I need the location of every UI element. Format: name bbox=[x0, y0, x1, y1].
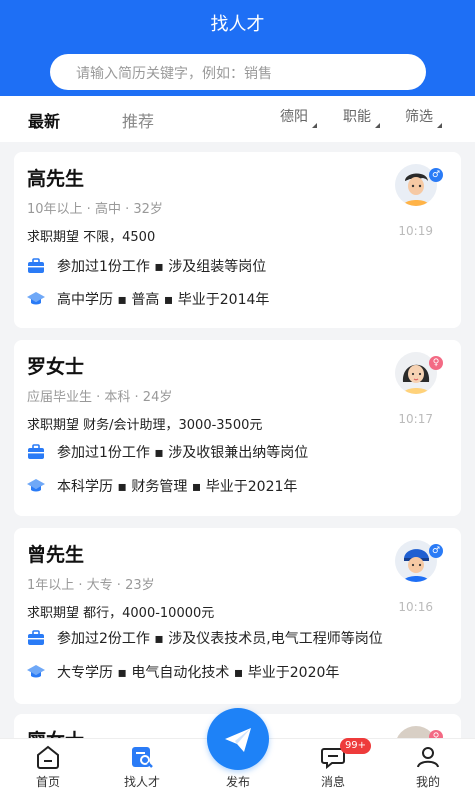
app-header: 找人才 请输入简历关键字，例如：销售 bbox=[0, 0, 475, 96]
education: 高中学历 ▪ 普高 ▪ 毕业于2014年 bbox=[27, 289, 269, 309]
nav-home[interactable]: 首页 bbox=[8, 739, 88, 795]
nav-messages-label: 消息 bbox=[320, 775, 345, 789]
update-time: 10:16 bbox=[398, 600, 433, 614]
work-text: 参加过1份工作 ▪ 涉及组装等岗位 bbox=[57, 259, 267, 275]
update-time: 10:19 bbox=[398, 224, 433, 238]
tab-latest[interactable]: 最新 bbox=[28, 108, 60, 132]
caret-icon bbox=[312, 123, 317, 128]
nav-mine-label: 我的 bbox=[415, 775, 440, 789]
graduation-cap-icon bbox=[27, 665, 45, 678]
candidate-meta: 1年以上 · 大专 · 23岁 bbox=[27, 578, 155, 593]
job-expectation: 求职期望 都行，4000-10000元 bbox=[27, 606, 215, 621]
work-experience: 参加过1份工作 ▪ 涉及组装等岗位 bbox=[27, 256, 266, 276]
education-text: 大专学历 ▪ 电气自动化技术 ▪ 毕业于2020年 bbox=[57, 665, 340, 681]
unread-badge: 99+ bbox=[340, 738, 371, 754]
publish-button[interactable] bbox=[207, 708, 269, 770]
briefcase-icon bbox=[28, 444, 44, 459]
user-icon bbox=[417, 747, 439, 768]
graduation-cap-icon bbox=[27, 479, 45, 492]
nav-find-talent[interactable]: 找人才 bbox=[102, 739, 182, 795]
nav-home-label: 首页 bbox=[35, 775, 60, 789]
function-filter[interactable]: 职能 bbox=[343, 106, 380, 128]
city-filter-label: 德阳 bbox=[280, 109, 308, 125]
work-experience: 参加过1份工作 ▪ 涉及收银兼出纳等岗位 bbox=[27, 442, 308, 462]
search-input[interactable]: 请输入简历关键字，例如：销售 bbox=[50, 54, 426, 90]
screen-filter-label: 筛选 bbox=[405, 109, 433, 125]
candidate-meta: 应届毕业生 · 本科 · 24岁 bbox=[27, 390, 173, 405]
paper-plane-icon bbox=[225, 728, 251, 752]
nav-find-talent-label: 找人才 bbox=[123, 775, 160, 789]
education: 本科学历 ▪ 财务管理 ▪ 毕业于2021年 bbox=[27, 476, 297, 496]
tab-recommended[interactable]: 推荐 bbox=[122, 108, 154, 132]
search-placeholder: 请输入简历关键字，例如：销售 bbox=[76, 66, 272, 82]
candidate-name: 罗女士 bbox=[27, 356, 85, 378]
briefcase-icon bbox=[28, 258, 44, 273]
city-filter[interactable]: 德阳 bbox=[280, 106, 317, 128]
job-expectation: 求职期望 财务/会计助理，3000-3500元 bbox=[27, 418, 263, 433]
work-text: 参加过2份工作 ▪ 涉及仪表技术员,电气工程师等岗位 bbox=[57, 631, 383, 647]
page-title: 找人才 bbox=[210, 14, 265, 35]
education-text: 本科学历 ▪ 财务管理 ▪ 毕业于2021年 bbox=[57, 479, 298, 495]
work-text: 参加过1份工作 ▪ 涉及收银兼出纳等岗位 bbox=[57, 445, 309, 461]
home-icon bbox=[37, 745, 59, 769]
male-icon: ♂ bbox=[429, 544, 443, 558]
briefcase-icon bbox=[28, 630, 44, 645]
job-expectation: 求职期望 不限，4500 bbox=[27, 230, 156, 245]
education-text: 高中学历 ▪ 普高 ▪ 毕业于2014年 bbox=[57, 292, 270, 308]
candidate-name: 曾先生 bbox=[27, 544, 85, 566]
candidate-card[interactable]: 罗女士 应届毕业生 · 本科 · 24岁 求职期望 财务/会计助理，3000-3… bbox=[14, 340, 461, 516]
update-time: 10:17 bbox=[398, 412, 433, 426]
candidate-card[interactable]: 高先生 10年以上 · 高中 · 32岁 求职期望 不限，4500 参加过1份工… bbox=[14, 152, 461, 328]
education: 大专学历 ▪ 电气自动化技术 ▪ 毕业于2020年 bbox=[27, 662, 339, 682]
function-filter-label: 职能 bbox=[343, 109, 371, 125]
caret-icon bbox=[375, 123, 380, 128]
caret-icon bbox=[437, 123, 442, 128]
graduation-cap-icon bbox=[27, 292, 45, 305]
candidate-meta: 10年以上 · 高中 · 32岁 bbox=[27, 202, 163, 217]
candidate-card[interactable]: 曾先生 1年以上 · 大专 · 23岁 求职期望 都行，4000-10000元 … bbox=[14, 528, 461, 704]
nav-mine[interactable]: 我的 bbox=[388, 739, 468, 795]
tabs-bar: 最新 推荐 德阳 职能 筛选 bbox=[0, 96, 475, 142]
female-icon: ♀ bbox=[429, 356, 443, 370]
male-icon: ♂ bbox=[429, 168, 443, 182]
candidate-name: 高先生 bbox=[27, 168, 85, 190]
screen-filter[interactable]: 筛选 bbox=[405, 106, 442, 128]
work-experience: 参加过2份工作 ▪ 涉及仪表技术员,电气工程师等岗位 bbox=[27, 628, 383, 648]
nav-publish-label: 发布 bbox=[225, 775, 250, 789]
find-talent-icon bbox=[132, 747, 153, 768]
